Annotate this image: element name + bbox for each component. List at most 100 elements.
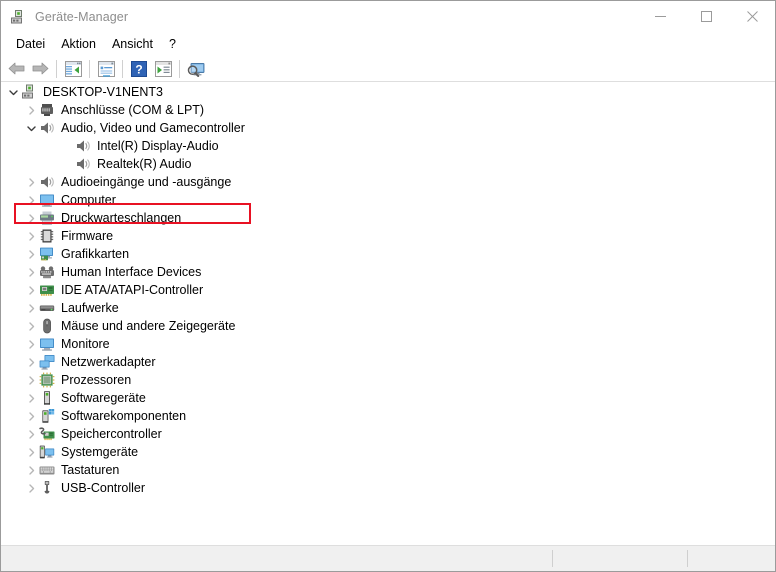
help-button[interactable]: ? (127, 57, 151, 80)
back-button[interactable] (4, 57, 28, 80)
device-manager-icon (10, 9, 26, 25)
tree-row-audio-video-gamecontroller[interactable]: Audio, Video und Gamecontroller (1, 119, 775, 137)
printer-icon (39, 210, 55, 226)
tree-row[interactable]: Prozessoren (1, 371, 775, 389)
chevron-down-icon[interactable] (23, 119, 39, 137)
show-hide-console-tree-button[interactable] (61, 57, 85, 80)
tree-row-label: Druckwarteschlangen (61, 211, 182, 225)
tree-row[interactable]: Grafikkarten (1, 245, 775, 263)
forward-button[interactable] (28, 57, 52, 80)
minimize-button[interactable] (637, 1, 683, 32)
tree-row-label: Computer (61, 193, 116, 207)
tree-row-label: Systemgeräte (61, 445, 139, 459)
tree-row[interactable]: Computer (1, 191, 775, 209)
speaker-icon (39, 174, 55, 190)
tree-row-label: Softwarekomponenten (61, 409, 187, 423)
tree-row-label: Netzwerkadapter (61, 355, 156, 369)
tree-row-label: Firmware (61, 229, 114, 243)
chevron-right-icon[interactable] (23, 479, 39, 497)
title-bar: Geräte-Manager (1, 1, 775, 32)
tree-row-label: Softwaregeräte (61, 391, 146, 405)
chevron-down-icon[interactable] (5, 83, 21, 101)
toolbar: ? (1, 56, 775, 82)
tree-row[interactable]: Realtek(R) Audio (1, 155, 775, 173)
speaker-icon (39, 120, 55, 136)
chevron-right-icon[interactable] (23, 227, 39, 245)
tree-row[interactable]: DESKTOP-V1NENT3 (1, 83, 775, 101)
menu-ansicht[interactable]: Ansicht (104, 35, 161, 54)
chevron-right-icon[interactable] (23, 299, 39, 317)
menu-hilfe[interactable]: ? (161, 35, 184, 54)
chevron-right-icon[interactable] (23, 263, 39, 281)
tree-row-label: USB-Controller (61, 481, 146, 495)
software-device-icon (39, 390, 55, 406)
chevron-right-icon[interactable] (23, 407, 39, 425)
system-device-icon (39, 444, 55, 460)
disk-drive-icon (39, 300, 55, 316)
speaker-icon (75, 156, 91, 172)
device-tree[interactable]: DESKTOP-V1NENT3 Anschlüsse (COM & LPT) A… (1, 83, 775, 548)
tree-row-label: Mäuse und andere Zeigegeräte (61, 319, 236, 333)
chevron-right-icon[interactable] (23, 461, 39, 479)
separator-2 (89, 59, 90, 78)
tree-row[interactable]: Mäuse und andere Zeigegeräte (1, 317, 775, 335)
chevron-right-icon[interactable] (23, 209, 39, 227)
chevron-right-icon[interactable] (23, 101, 39, 119)
tree-row[interactable]: Human Interface Devices (1, 263, 775, 281)
status-panel-3 (688, 546, 775, 571)
tree-row-label: Realtek(R) Audio (97, 157, 192, 171)
properties-button[interactable] (94, 57, 118, 80)
tree-row-label: Grafikkarten (61, 247, 130, 261)
tree-row-label: Prozessoren (61, 373, 132, 387)
tree-row[interactable]: Speichercontroller (1, 425, 775, 443)
ide-controller-icon (39, 282, 55, 298)
tree-row[interactable]: Firmware (1, 227, 775, 245)
update-driver-button[interactable] (151, 57, 175, 80)
chevron-right-icon[interactable] (23, 425, 39, 443)
chevron-right-icon[interactable] (23, 353, 39, 371)
device-manager-window: Geräte-Manager Datei Aktion Ansicht ? ? … (0, 0, 776, 572)
chevron-right-icon[interactable] (23, 281, 39, 299)
tree-row[interactable]: Anschlüsse (COM & LPT) (1, 101, 775, 119)
scan-for-hardware-changes-button[interactable] (184, 57, 208, 80)
tree-row-label: IDE ATA/ATAPI-Controller (61, 283, 204, 297)
maximize-button[interactable] (683, 1, 729, 32)
menu-datei[interactable]: Datei (8, 35, 53, 54)
separator-3 (122, 59, 123, 78)
tree-row[interactable]: Druckwarteschlangen (1, 209, 775, 227)
tree-row[interactable]: Softwaregeräte (1, 389, 775, 407)
tree-row[interactable]: IDE ATA/ATAPI-Controller (1, 281, 775, 299)
window-title: Geräte-Manager (35, 9, 129, 24)
tree-row[interactable]: Systemgeräte (1, 443, 775, 461)
tree-row[interactable]: Netzwerkadapter (1, 353, 775, 371)
menu-aktion[interactable]: Aktion (53, 35, 104, 54)
chevron-right-icon[interactable] (23, 191, 39, 209)
chevron-right-icon[interactable] (23, 173, 39, 191)
tree-row[interactable]: USB-Controller (1, 479, 775, 497)
tree-row[interactable]: Audioeingänge und -ausgänge (1, 173, 775, 191)
software-component-icon (39, 408, 55, 424)
port-icon (39, 102, 55, 118)
tree-row-label: Human Interface Devices (61, 265, 202, 279)
tree-row[interactable]: Tastaturen (1, 461, 775, 479)
separator-4 (179, 59, 180, 78)
hid-icon (39, 264, 55, 280)
keyboard-icon (39, 462, 55, 478)
chevron-right-icon[interactable] (23, 443, 39, 461)
chevron-right-icon[interactable] (23, 389, 39, 407)
menu-bar: Datei Aktion Ansicht ? (1, 32, 775, 56)
chevron-right-icon[interactable] (23, 317, 39, 335)
tree-row-label: Intel(R) Display-Audio (97, 139, 219, 153)
chevron-right-icon[interactable] (23, 371, 39, 389)
usb-icon (39, 480, 55, 496)
firmware-chip-icon (39, 228, 55, 244)
close-button[interactable] (729, 1, 775, 32)
tree-row-label: Speichercontroller (61, 427, 162, 441)
tree-row[interactable]: Softwarekomponenten (1, 407, 775, 425)
chevron-right-icon[interactable] (23, 245, 39, 263)
tree-row[interactable]: Laufwerke (1, 299, 775, 317)
tree-row[interactable]: Intel(R) Display-Audio (1, 137, 775, 155)
chevron-right-icon[interactable] (23, 335, 39, 353)
status-text (1, 546, 552, 571)
tree-row[interactable]: Monitore (1, 335, 775, 353)
